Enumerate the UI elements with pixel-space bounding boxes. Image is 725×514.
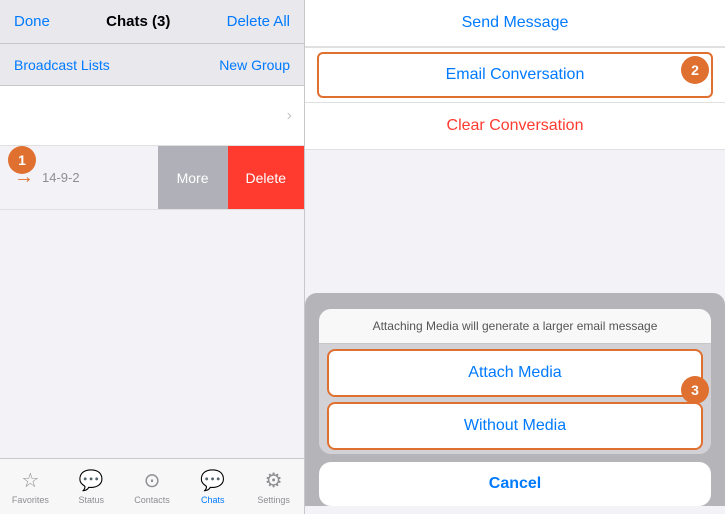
spacer	[305, 150, 725, 293]
chat-item-content	[0, 86, 304, 145]
top-bar: Done Chats (3) Delete All	[0, 0, 304, 44]
email-conversation-button[interactable]: Email Conversation	[317, 52, 713, 98]
chat-item-normal[interactable]: ›	[0, 86, 304, 146]
tab-contacts[interactable]: ⊙ Contacts	[122, 459, 183, 514]
left-panel: Done Chats (3) Delete All Broadcast List…	[0, 0, 305, 514]
right-panel: 2 Send Message Email Conversation Clear …	[305, 0, 725, 514]
clear-conversation-button[interactable]: Clear Conversation	[305, 103, 725, 150]
tab-contacts-label: Contacts	[134, 495, 170, 505]
dialog-buttons: Attach Media Without Media	[319, 344, 711, 454]
annotation-3: 3	[681, 376, 709, 404]
second-bar: Broadcast Lists New Group	[0, 44, 304, 86]
tab-status-label: Status	[78, 495, 104, 505]
delete-all-button[interactable]: Delete All	[227, 13, 290, 30]
top-bar-title: Chats (3)	[106, 13, 170, 30]
tab-favorites-label: Favorites	[12, 495, 49, 505]
chevron-right-icon: ›	[287, 107, 292, 125]
tab-settings[interactable]: ⚙ Settings	[243, 459, 304, 514]
swipe-delete-button[interactable]: Delete	[228, 146, 304, 209]
status-icon: 💬	[79, 468, 104, 493]
settings-icon: ⚙	[265, 468, 283, 493]
tab-chats-label: Chats	[201, 495, 225, 505]
broadcast-lists-link[interactable]: Broadcast Lists	[14, 57, 110, 73]
without-media-button[interactable]: Without Media	[327, 402, 703, 450]
chats-icon: 💬	[200, 468, 225, 493]
tab-settings-label: Settings	[257, 495, 290, 505]
favorites-icon: ☆	[21, 468, 39, 493]
swipe-row[interactable]: → 14-9-2 More Delete	[0, 146, 304, 210]
swipe-more-button[interactable]: More	[158, 146, 228, 209]
send-message-button[interactable]: Send Message	[305, 0, 725, 47]
contacts-icon: ⊙	[144, 468, 161, 493]
top-action-sheet: Send Message Email Conversation Clear Co…	[305, 0, 725, 150]
tab-favorites[interactable]: ☆ Favorites	[0, 459, 61, 514]
tab-chats[interactable]: 💬 Chats	[182, 459, 243, 514]
swipe-actions: More Delete	[158, 146, 304, 209]
done-button[interactable]: Done	[14, 13, 50, 30]
chat-list: › → 14-9-2 More Delete	[0, 86, 304, 514]
annotation-2: 2	[681, 56, 709, 84]
attach-media-button[interactable]: Attach Media	[327, 349, 703, 397]
chat-date: 14-9-2	[42, 170, 80, 185]
email-dialog-area: 3 Attaching Media will generate a larger…	[305, 293, 725, 514]
tab-bar: ☆ Favorites 💬 Status ⊙ Contacts 💬 Chats …	[0, 458, 304, 514]
tab-status[interactable]: 💬 Status	[61, 459, 122, 514]
dialog-box: Attaching Media will generate a larger e…	[319, 309, 711, 454]
cancel-button[interactable]: Cancel	[319, 462, 711, 506]
new-group-button[interactable]: New Group	[219, 57, 290, 73]
dialog-subtitle: Attaching Media will generate a larger e…	[319, 309, 711, 344]
dialog-backdrop: Attaching Media will generate a larger e…	[305, 293, 725, 506]
annotation-1: 1	[8, 146, 36, 174]
